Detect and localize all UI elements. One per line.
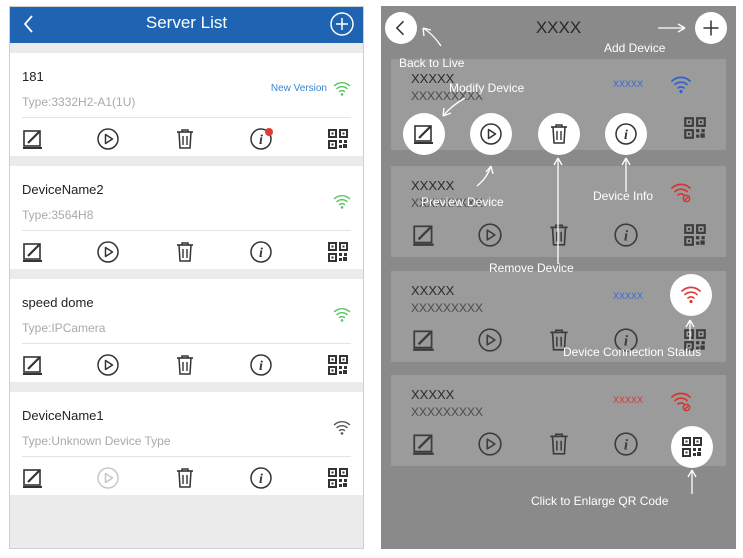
page-title: XXXX	[535, 18, 582, 37]
annotation-device-info: Device Info	[593, 189, 654, 203]
version-badge: XXXXX	[613, 291, 644, 301]
wifi-status-icon	[331, 192, 353, 212]
device-name: DeviceName2	[22, 182, 104, 197]
device-name: DeviceName1	[22, 408, 104, 423]
header-bar: Server List	[10, 7, 363, 43]
info-icon[interactable]	[613, 222, 639, 248]
divider	[22, 117, 351, 118]
device-name: XXXXX	[411, 387, 455, 402]
annotation-remove-device: Remove Device	[489, 261, 574, 275]
edit-icon[interactable]	[21, 466, 45, 490]
modify-device-highlight[interactable]	[403, 113, 445, 155]
play-icon	[96, 466, 120, 490]
qr-code-icon	[680, 435, 704, 459]
edit-icon[interactable]	[21, 240, 45, 264]
enlarge-qr-highlight[interactable]	[671, 426, 713, 468]
server-list-screen: Server List 181 Type:3332H2-A1(1U) New V…	[9, 6, 364, 549]
device-card[interactable]: 181 Type:3332H2-A1(1U) New Version	[10, 53, 363, 156]
play-icon[interactable]	[477, 431, 503, 457]
edit-icon[interactable]	[21, 127, 45, 151]
annotation-back-to-live: Back to Live	[399, 56, 465, 70]
version-badge: XXXXX	[613, 395, 644, 405]
annotation-preview-device: Preview Device	[421, 195, 504, 209]
device-type: XXXXXXXXX	[411, 405, 484, 419]
device-type: Type:IPCamera	[22, 321, 106, 335]
divider	[22, 343, 351, 344]
device-name: XXXXX	[411, 178, 455, 193]
play-icon[interactable]	[96, 240, 120, 264]
new-version-badge[interactable]: XXXXX	[613, 79, 643, 89]
play-icon[interactable]	[477, 327, 503, 353]
new-version-badge[interactable]: New Version	[271, 83, 327, 94]
qr-code-icon[interactable]	[326, 353, 350, 377]
help-screenshot: Server List 181 Type:3332H2-A1(1U) New V…	[0, 0, 743, 558]
annotation-add-device: Add Device	[604, 41, 666, 55]
divider	[22, 230, 351, 231]
wifi-status-icon	[331, 79, 353, 99]
qr-code-icon[interactable]	[326, 127, 350, 151]
page-title: Server List	[145, 13, 228, 32]
edit-icon[interactable]	[21, 353, 45, 377]
device-type: XXXXXXXXX	[411, 301, 484, 315]
play-icon[interactable]	[96, 127, 120, 151]
qr-code-icon[interactable]	[326, 466, 350, 490]
wifi-status-icon	[331, 305, 353, 325]
play-icon	[479, 122, 503, 146]
device-name: speed dome	[22, 295, 94, 310]
annotation-enlarge-qr: Click to Enlarge QR Code	[531, 494, 669, 508]
device-type: Type:3332H2-A1(1U)	[22, 95, 136, 109]
edit-icon[interactable]	[411, 431, 437, 457]
trash-icon[interactable]	[173, 127, 197, 151]
wifi-status-icon	[668, 73, 694, 97]
play-icon[interactable]	[96, 353, 120, 377]
preview-device-highlight[interactable]	[470, 113, 512, 155]
trash-icon	[547, 122, 571, 146]
trash-icon[interactable]	[173, 466, 197, 490]
device-type: Type:3564H8	[22, 208, 94, 222]
wifi-offline-icon	[668, 180, 694, 204]
annotated-server-list: XXXX XXXXX XXXXXXXXX XXXXX XXXXX XXXXXXX…	[381, 6, 736, 549]
device-name: 181	[22, 69, 44, 84]
device-info-highlight[interactable]	[605, 113, 647, 155]
wifi-offline-icon	[668, 389, 694, 413]
info-icon[interactable]	[249, 240, 273, 264]
device-card[interactable]: DeviceName2 Type:3564H8	[10, 166, 363, 269]
annotation-modify-device: Modify Device	[449, 81, 525, 95]
play-icon[interactable]	[477, 222, 503, 248]
edit-icon[interactable]	[411, 222, 437, 248]
qr-code-icon[interactable]	[326, 240, 350, 264]
device-card[interactable]: speed dome Type:IPCamera	[10, 279, 363, 382]
add-button-highlight[interactable]	[695, 12, 727, 44]
info-icon[interactable]	[249, 466, 273, 490]
trash-icon[interactable]	[173, 240, 197, 264]
trash-icon[interactable]	[546, 431, 572, 457]
edit-icon[interactable]	[411, 327, 437, 353]
connection-status-highlight	[670, 274, 712, 316]
info-icon	[614, 122, 638, 146]
wifi-status-icon	[331, 418, 353, 438]
qr-code-icon[interactable]	[682, 115, 708, 141]
info-icon[interactable]	[249, 127, 273, 151]
wifi-status-icon	[679, 283, 703, 307]
device-name: XXXXX	[411, 71, 455, 86]
plus-icon	[703, 20, 719, 36]
trash-icon[interactable]	[173, 353, 197, 377]
device-row[interactable]: XXXXX XXXXXXXXX	[391, 166, 726, 257]
circle-plus-icon[interactable]	[329, 11, 355, 37]
info-icon[interactable]	[249, 353, 273, 377]
remove-device-highlight[interactable]	[538, 113, 580, 155]
qr-code-icon[interactable]	[682, 222, 708, 248]
device-type: Type:Unknown Device Type	[22, 434, 171, 448]
device-card[interactable]: DeviceName1 Type:Unknown Device Type	[10, 392, 363, 495]
info-icon[interactable]	[613, 431, 639, 457]
edit-icon	[412, 122, 436, 146]
trash-icon[interactable]	[546, 222, 572, 248]
device-name: XXXXX	[411, 283, 455, 298]
divider	[22, 456, 351, 457]
annotation-connection-status: Device Connection Status	[563, 345, 702, 359]
